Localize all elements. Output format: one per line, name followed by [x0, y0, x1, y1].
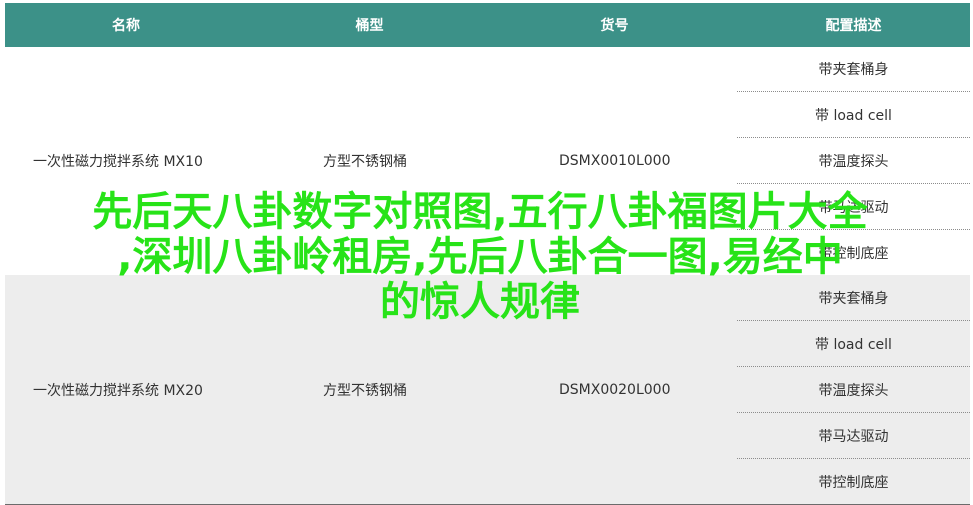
- product-table: 名称 桶型 货号 配置描述 一次性磁力搅拌系统 MX10 方型不锈钢桶 DSMX…: [5, 3, 970, 505]
- header-name: 名称: [112, 18, 140, 34]
- config-item: 带 load cell: [737, 321, 970, 367]
- header-code: 货号: [600, 18, 629, 34]
- config-item: 带马达驱动: [737, 413, 970, 459]
- config-item: 带温度探头: [737, 138, 970, 184]
- product-code: DSMX0020L000: [559, 381, 671, 398]
- config-item: 带控制底座: [818, 474, 889, 491]
- product-type: 方型不锈钢桶: [323, 382, 407, 399]
- config-list: 带夹套桶身 带 load cell 带温度探头 带马达驱动 带控制底座: [737, 47, 970, 275]
- product-name: 一次性磁力搅拌系统 MX20: [33, 382, 203, 399]
- product-name: 一次性磁力搅拌系统 MX10: [33, 154, 203, 170]
- table-row-group: 一次性磁力搅拌系统 MX10 方型不锈钢桶 DSMX0010L000 带夹套桶身…: [5, 47, 970, 275]
- config-item: 带夹套桶身: [737, 275, 970, 321]
- product-code: DSMX0010L000: [559, 153, 671, 169]
- config-list: 带夹套桶身 带 load cell 带温度探头 带马达驱动 带控制底座: [737, 275, 970, 504]
- config-item: 带夹套桶身: [737, 47, 970, 92]
- product-type: 方型不锈钢桶: [323, 154, 407, 170]
- config-item: 带温度探头: [737, 367, 970, 413]
- table-row-group: 一次性磁力搅拌系统 MX20 方型不锈钢桶 DSMX0020L000 带夹套桶身…: [5, 275, 970, 505]
- table-header: 名称 桶型 货号 配置描述: [5, 3, 970, 47]
- config-item: 带 load cell: [737, 92, 970, 138]
- header-type: 桶型: [355, 18, 384, 34]
- config-item: 带马达驱动: [737, 184, 970, 230]
- header-config: 配置描述: [825, 18, 882, 34]
- config-item: 带控制底座: [818, 245, 889, 262]
